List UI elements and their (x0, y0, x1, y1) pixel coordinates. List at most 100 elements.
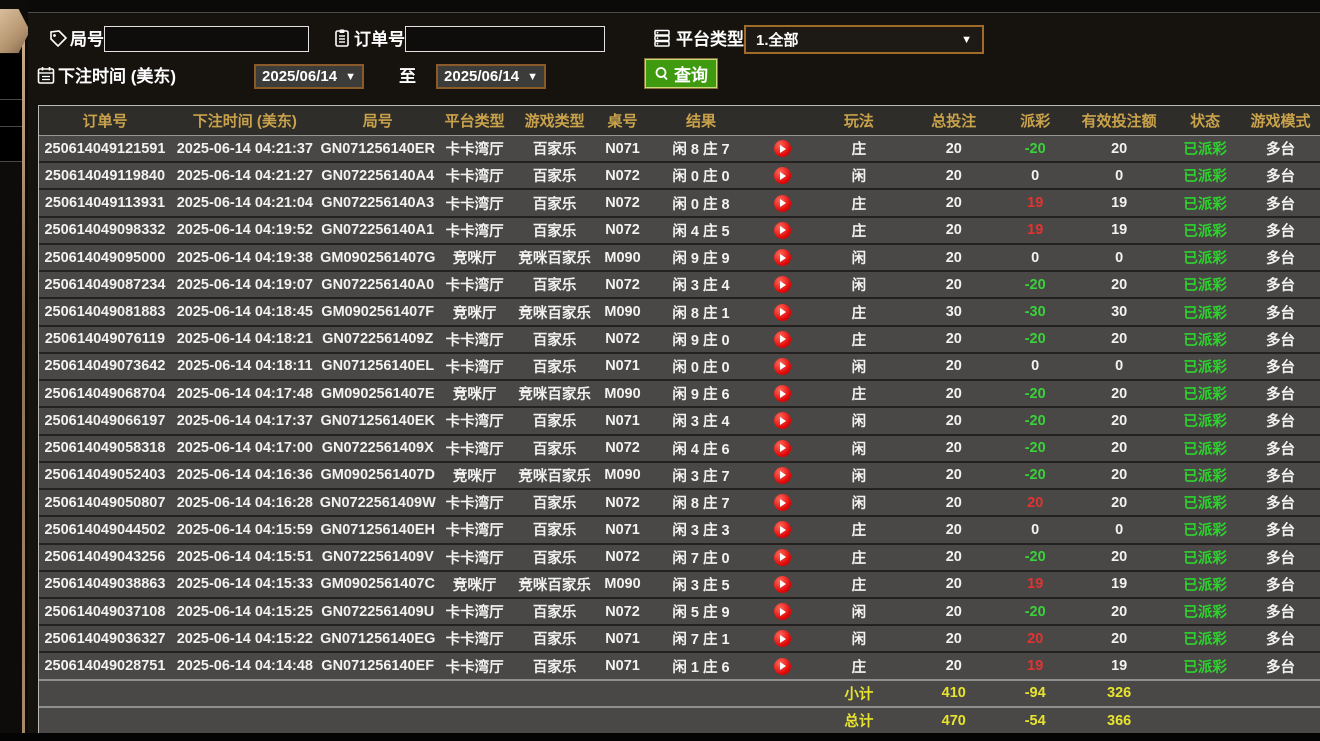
header-cell: 下注时间 (美东) (192, 113, 297, 130)
status-cell: 已派彩 (1183, 659, 1227, 676)
platform-type-select[interactable]: 1.全部 ▼ (744, 25, 984, 54)
empty-cell (649, 681, 754, 706)
result-cell: 闲 0 庄 0 (672, 359, 730, 376)
play-replay-button[interactable] (773, 357, 791, 375)
play-replay-button[interactable] (773, 439, 791, 457)
platform-cell: 卡卡湾厅 (445, 441, 504, 458)
play-replay-button[interactable] (773, 221, 791, 239)
replay-cell (753, 517, 811, 542)
chevron-down-icon: ▼ (527, 70, 538, 83)
search-button-label: 查询 (674, 66, 708, 85)
status-cell: 已派彩 (1183, 169, 1227, 186)
play-replay-button[interactable] (773, 194, 791, 212)
payout-cell: -20 (1024, 331, 1046, 348)
play-replay-button[interactable] (773, 276, 791, 294)
play-icon (780, 498, 787, 507)
bet-time-cell: 2025-06-14 04:19:38 (176, 249, 313, 266)
status-cell: 已派彩 (1183, 550, 1227, 567)
replay-cell (753, 436, 811, 461)
table-row: 250614049028751 2025-06-14 04:14:48 GN0712… (39, 651, 1320, 678)
empty-cell (649, 708, 754, 733)
table-no-cell: M090 (604, 576, 641, 593)
table-row: 250614049058318 2025-06-14 04:17:00 GN0722… (39, 433, 1320, 461)
game-no-cell: GM0902561407F (321, 304, 435, 321)
payout-cell: 0 (1031, 249, 1040, 266)
valid-bet-cell: 20 (1111, 331, 1128, 348)
result-cell: 闲 3 庄 4 (672, 414, 730, 431)
status-cell: 已派彩 (1183, 468, 1227, 485)
play-replay-button[interactable] (773, 466, 791, 484)
game-no-input[interactable] (104, 26, 309, 52)
play-replay-button[interactable] (773, 494, 791, 512)
order-no-cell: 250614049081883 (44, 304, 166, 321)
game-type-cell: 竞咪百家乐 (518, 577, 591, 594)
play-replay-button[interactable] (773, 167, 791, 185)
game-type-cell: 百家乐 (532, 359, 577, 376)
table-row: 250614049066197 2025-06-14 04:17:37 GN0712… (39, 406, 1320, 433)
calendar-icon (36, 65, 56, 85)
header-cell: 平台类型 (444, 113, 505, 130)
play-type-cell: 庄 (851, 387, 867, 404)
order-no-cell: 250614049050807 (44, 494, 166, 511)
play-replay-button[interactable] (773, 249, 791, 267)
total-bet-cell: 20 (945, 249, 962, 266)
replay-cell (753, 136, 811, 161)
date-from-select[interactable]: 2025/06/14 ▼ (254, 64, 364, 89)
table-no-cell: N072 (605, 603, 640, 620)
play-replay-button[interactable] (773, 412, 791, 430)
play-replay-button[interactable] (773, 521, 791, 539)
empty-cell (1241, 708, 1320, 733)
platform-list-icon (652, 28, 672, 48)
play-replay-button[interactable] (773, 630, 791, 648)
background-card (0, 100, 22, 127)
table-no-cell: N072 (605, 549, 640, 566)
mode-cell: 多台 (1266, 523, 1296, 540)
replay-cell (753, 545, 811, 570)
status-cell: 已派彩 (1183, 305, 1227, 322)
game-no-cell: GN0722561409W (319, 494, 436, 511)
panel-edge-divider (22, 38, 25, 741)
game-no-cell: GN071256140EK (320, 412, 435, 429)
play-replay-button[interactable] (773, 303, 791, 321)
table-no-cell: M090 (604, 467, 641, 484)
play-type-cell: 庄 (851, 550, 867, 567)
payout-cell: -20 (1024, 467, 1046, 484)
game-type-cell: 竞咪百家乐 (518, 387, 591, 404)
play-replay-button[interactable] (773, 140, 791, 158)
status-cell: 已派彩 (1183, 142, 1227, 159)
game-no-cell: GM0902561407G (320, 249, 436, 266)
play-icon (780, 280, 787, 289)
empty-cell (1169, 681, 1241, 706)
table-no-cell: N072 (605, 222, 640, 239)
status-cell: 已派彩 (1183, 523, 1227, 540)
platform-cell: 卡卡湾厅 (445, 142, 504, 159)
empty-cell (319, 708, 437, 733)
game-type-cell: 百家乐 (532, 414, 577, 431)
mode-cell: 多台 (1266, 550, 1296, 567)
order-no-input[interactable] (405, 26, 605, 52)
total-bet-cell: 20 (945, 494, 962, 511)
game-type-cell: 竞咪百家乐 (518, 468, 591, 485)
play-icon (780, 416, 787, 425)
search-button[interactable]: 查询 (645, 59, 717, 88)
bet-time-cell: 2025-06-14 04:16:28 (176, 494, 313, 511)
play-replay-button[interactable] (773, 575, 791, 593)
play-replay-button[interactable] (773, 603, 791, 621)
play-replay-button[interactable] (773, 657, 791, 675)
valid-bet-cell: 0 (1115, 167, 1124, 184)
bet-records-table: 订单号 下注时间 (美东) 局号 平台类型 游戏类型 桌号 结果 玩法 总投注 派彩 有效投注额 状态… (38, 105, 1320, 734)
platform-cell: 竞咪厅 (452, 251, 497, 268)
mode-cell: 多台 (1266, 305, 1296, 322)
play-replay-button[interactable] (773, 385, 791, 403)
date-to-select[interactable]: 2025/06/14 ▼ (436, 64, 546, 89)
platform-cell: 卡卡湾厅 (445, 496, 504, 513)
game-type-cell: 百家乐 (532, 523, 577, 540)
play-replay-button[interactable] (773, 330, 791, 348)
payout-cell: 19 (1027, 658, 1044, 675)
bet-time-cell: 2025-06-14 04:18:21 (176, 331, 313, 348)
play-replay-button[interactable] (773, 548, 791, 566)
bet-time-cell: 2025-06-14 04:18:11 (177, 358, 313, 375)
platform-cell: 竞咪厅 (452, 387, 497, 404)
play-type-cell: 闲 (851, 278, 867, 295)
bottom-edge (0, 733, 1320, 741)
